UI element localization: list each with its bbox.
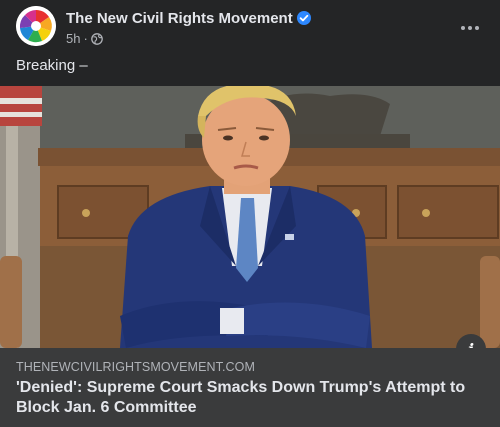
link-preview-image[interactable]: [0, 86, 500, 348]
post-text: Breaking –: [16, 57, 88, 74]
news-photo: [0, 86, 500, 348]
globe-icon[interactable]: [90, 32, 103, 45]
verified-badge-icon: [296, 11, 311, 25]
avatar-logo-icon: [16, 6, 56, 46]
facebook-post: The New Civil Rights Movement 5h · Break…: [0, 0, 500, 427]
more-options-button[interactable]: [452, 10, 488, 46]
meta-separator: ·: [83, 31, 88, 46]
page-name-link[interactable]: The New Civil Rights Movement: [66, 10, 311, 27]
post-header: The New Civil Rights Movement 5h ·: [16, 6, 484, 50]
page-avatar[interactable]: [16, 6, 56, 46]
more-options-icon: [461, 26, 479, 30]
link-domain: THENEWCIVILRIGHTSMOVEMENT.COM: [16, 360, 256, 374]
post-timestamp[interactable]: 5h: [66, 31, 80, 46]
post-meta: 5h ·: [66, 31, 103, 46]
page-name-text[interactable]: The New Civil Rights Movement: [66, 10, 293, 27]
link-preview[interactable]: THENEWCIVILRIGHTSMOVEMENT.COM 'Denied': …: [0, 348, 500, 427]
link-title[interactable]: 'Denied': Supreme Court Smacks Down Trum…: [16, 378, 486, 418]
